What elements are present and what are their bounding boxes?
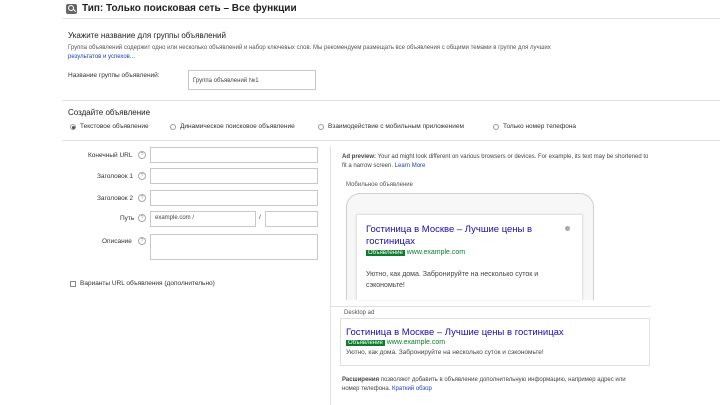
radio-text-ad-label: Текстовое объявление (80, 123, 149, 130)
radio-app-ad-label: Взаимодействие с мобильным приложением (328, 123, 464, 130)
ad-group-description: Группа объявлений содержит одно или неск… (68, 45, 551, 51)
mobile-ad-title: Гостиница в Москве – Лучшие цены в гости… (366, 224, 533, 247)
description-input[interactable] (150, 234, 318, 260)
campaign-type-title: Тип: Только поисковая сеть – Все функции (82, 3, 297, 14)
desktop-ad-label: Desktop ad (344, 310, 375, 316)
ad-group-name-label: Название группы объявлений: (68, 72, 160, 79)
help-icon[interactable]: ? (138, 172, 146, 180)
learn-more-link[interactable]: Learn More (395, 163, 426, 169)
ad-group-heading: Укажите название для группы объявлений (68, 31, 226, 40)
mobile-ad-description: Уютно, как дома. Забронируйте на несколь… (366, 271, 539, 289)
help-icon[interactable]: ? (138, 151, 146, 159)
vertical-divider (330, 146, 331, 405)
search-icon (66, 4, 77, 14)
divider (331, 306, 651, 307)
path2-input[interactable] (265, 211, 318, 227)
ad-preview-note: Ad preview: Your ad might look different… (342, 153, 652, 171)
url-options-link[interactable]: Варианты URL объявления (дополнительно) (80, 280, 215, 287)
ad-preview-bold: Ad preview: (342, 154, 377, 160)
headline2-label: Заголовок 2 (97, 195, 133, 202)
extensions-note: Расширения позволяют добавить в объявлен… (342, 376, 642, 394)
desktop-ad-title: Гостиница в Москве – Лучшие цены в гости… (346, 327, 564, 338)
ad-group-learn-link[interactable]: результатов и успехов... (68, 54, 135, 60)
ad-badge: Объявление (346, 340, 385, 346)
headline1-label: Заголовок 1 (97, 173, 133, 180)
create-ad-heading: Создайте объявление (68, 108, 151, 117)
extensions-link[interactable]: Краткий обзор (392, 386, 432, 392)
ad-preview-text: Your ad might look different on various … (342, 154, 649, 169)
desktop-ad-url-row: Объявление www.example.com (346, 339, 445, 346)
help-icon[interactable]: ? (138, 194, 146, 202)
mobile-ad-label: Мобильное объявление (346, 182, 413, 188)
headline1-input[interactable] (150, 168, 318, 184)
extensions-bold: Расширения (342, 377, 380, 383)
ad-group-name-input[interactable]: Группа объявлений №1 (188, 70, 316, 90)
extensions-text: позволяют добавить в объявление дополнит… (342, 377, 626, 392)
radio-call-only-label: Только номер телефона (503, 123, 577, 130)
divider (62, 140, 720, 141)
desktop-ad-url: www.example.com (386, 339, 446, 346)
url-options-checkbox[interactable] (70, 281, 76, 287)
mobile-ad-url: www.example.com (406, 249, 466, 256)
radio-dynamic-ad-label: Динамическое поисковое объявление (180, 123, 295, 130)
final-url-label: Конечный URL (88, 152, 133, 159)
info-dot-icon (565, 226, 570, 231)
divider (62, 100, 720, 101)
help-icon[interactable]: ? (138, 237, 146, 245)
radio-app-ad[interactable] (318, 124, 324, 130)
radio-dynamic-ad[interactable] (170, 124, 176, 130)
path-separator: / (259, 214, 261, 221)
radio-call-only[interactable] (493, 124, 499, 130)
path-label: Путь (120, 215, 135, 222)
description-label: Описание (102, 238, 132, 245)
final-url-input[interactable] (150, 147, 318, 163)
desktop-ad-description: Уютно, как дома. Забронируйте на несколь… (346, 349, 544, 356)
ad-badge: Объявление (366, 250, 405, 256)
mobile-ad-url-row: Объявление www.example.com (366, 249, 465, 256)
help-icon[interactable]: ? (138, 214, 146, 222)
path1-input[interactable]: example.com / (150, 211, 256, 227)
headline2-input[interactable] (150, 190, 318, 206)
radio-text-ad[interactable] (70, 124, 76, 130)
